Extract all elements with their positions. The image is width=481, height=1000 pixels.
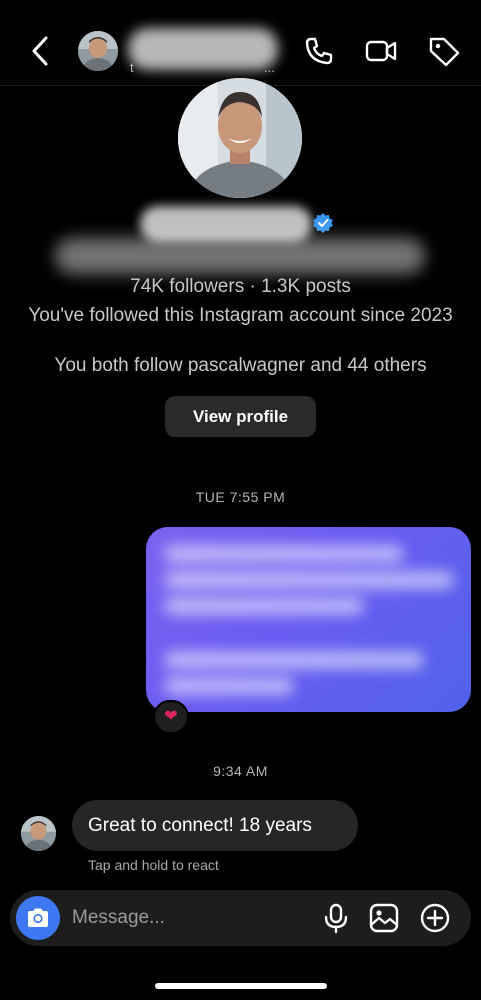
sender-avatar[interactable] [21,816,56,851]
gallery-button[interactable] [368,902,400,934]
tag-button[interactable] [427,34,461,68]
plus-circle-icon [420,903,450,933]
redacted-text-line [164,651,424,669]
follow-since-text: You've followed this Instagram account s… [28,305,453,326]
phone-call-button[interactable] [302,34,336,68]
profile-name-redacted [140,206,312,242]
profile-stats: 74K followers · 1.3K posts [130,276,351,297]
tag-icon [429,37,460,67]
redacted-text-line [164,571,454,589]
message-timestamp: 9:34 AM [213,763,268,779]
image-icon [369,903,399,933]
more-options-button[interactable] [419,902,451,934]
message-composer [10,890,471,946]
profile-bio-redacted [55,238,425,274]
profile-picture[interactable] [178,78,302,198]
contact-subtitle-ellipsis: ... [264,60,275,75]
view-profile-button[interactable]: View profile [165,396,316,437]
camera-button[interactable] [16,896,60,940]
header-avatar[interactable] [78,31,118,71]
home-indicator[interactable] [155,983,327,989]
received-message-bubble[interactable]: Great to connect! 18 years [72,800,358,851]
verified-badge-icon [312,212,334,234]
back-button[interactable] [26,34,56,68]
chevron-left-icon [32,36,48,66]
camera-icon [28,908,48,927]
contact-name-redacted[interactable] [128,28,278,70]
voice-message-button[interactable] [320,902,352,934]
message-input[interactable] [72,902,302,934]
microphone-icon [324,903,348,934]
message-timestamp: TUE 7:55 PM [195,489,286,505]
sent-message-bubble[interactable] [146,527,471,712]
phone-icon [305,37,333,65]
mutual-followers-text[interactable]: You both follow pascalwagner and 44 othe… [0,355,481,377]
redacted-text-line [164,545,404,563]
redacted-text-line [164,677,294,695]
heart-reaction[interactable]: ❤ [153,700,189,734]
video-call-button[interactable] [364,34,398,68]
chat-header: t ... [0,0,481,86]
contact-subtitle: t [130,60,134,75]
redacted-text-line [164,597,364,615]
video-camera-icon [365,40,397,62]
react-hint-text: Tap and hold to react [88,857,219,873]
